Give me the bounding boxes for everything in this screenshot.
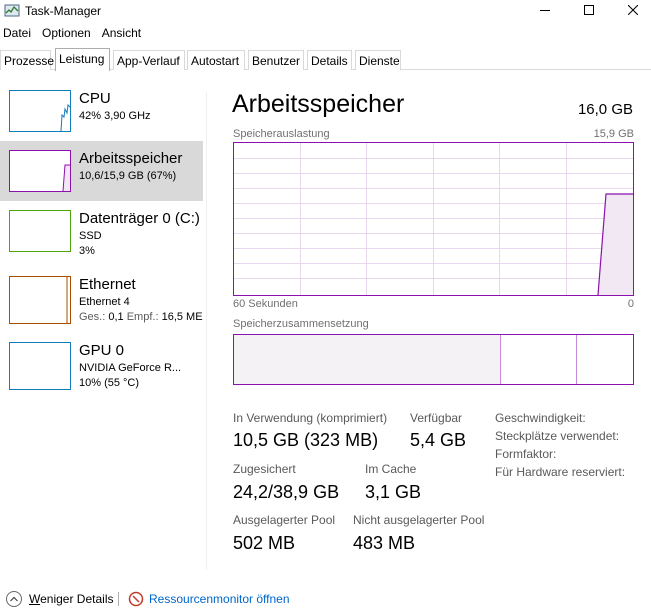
available-label: Verfügbar	[410, 411, 463, 425]
sidebar-divider	[206, 92, 207, 570]
menu-ansicht[interactable]: Ansicht	[100, 24, 148, 44]
sidebar-item-datentraeger[interactable]: Datenträger 0 (C:) SSD 3%	[0, 201, 203, 261]
committed-label: Zugesichert	[233, 462, 296, 476]
in-use-value: 10,5 GB (323 MB)	[233, 430, 379, 450]
sidebar-item-arbeitsspeicher[interactable]: Arbeitsspeicher 10,6/15,9 GB (67%)	[0, 141, 203, 201]
nonpaged-pool-value: 483 MB	[353, 533, 416, 553]
total-memory: 16,0 GB	[577, 101, 633, 118]
sidebar-item-title: Arbeitsspeicher	[79, 150, 183, 167]
sidebar-item-detail: 42% 3,90 GHz	[79, 110, 151, 122]
sidebar-item-title: Datenträger 0 (C:)	[79, 210, 200, 227]
cached-label: Im Cache	[365, 462, 417, 476]
menu-bar: Datei Optionen Ansicht	[0, 24, 150, 44]
minimize-icon	[539, 4, 550, 18]
memory-composition-bar	[233, 334, 634, 385]
usage-graph-max: 15,9 GB	[593, 128, 634, 140]
sidebar-item-detail: 10% (55 °C)	[79, 377, 140, 389]
paged-pool-value: 502 MB	[233, 533, 296, 553]
resource-monitor-icon[interactable]	[128, 591, 144, 607]
footer: Weniger Details Ressourcenmonitor öffnen	[0, 588, 651, 616]
sidebar-item-ethernet[interactable]: Ethernet Ethernet 4 Ges.: 0,1 Empf.: 16,…	[0, 267, 203, 327]
time-axis-left: 60 Sekunden	[233, 298, 298, 310]
window-title: Task-Manager	[25, 4, 102, 18]
nonpaged-pool-label: Nicht ausgelagerter Pool	[353, 513, 485, 527]
menu-datei[interactable]: Datei	[0, 24, 38, 44]
hw-reserved-label: Für Hardware reserviert:	[495, 465, 626, 479]
open-resource-monitor-link[interactable]: Ressourcenmonitor öffnen	[149, 592, 290, 606]
cpu-thumbnail-graph	[9, 90, 71, 132]
received-label: Empf.:	[126, 311, 159, 323]
task-manager-icon	[4, 3, 20, 19]
composition-label: Speicherzusammensetzung	[233, 318, 369, 330]
fewer-details-text: eniger Details	[40, 592, 114, 606]
tab-dienste[interactable]: Dienste	[355, 50, 401, 70]
in-use-label: In Verwendung (komprimiert)	[233, 411, 388, 425]
page-title: Arbeitsspeicher	[232, 90, 405, 118]
sidebar-item-detail: 10,6/15,9 GB (67%)	[79, 170, 177, 182]
memory-thumbnail-graph	[9, 150, 71, 192]
memory-usage-graph	[233, 142, 634, 296]
sidebar-item-detail: Ethernet 4	[79, 296, 130, 308]
sidebar-item-title: GPU 0	[79, 342, 125, 359]
tab-leistung[interactable]: Leistung	[55, 48, 110, 71]
access-key: W	[29, 592, 41, 606]
sidebar-item-gpu[interactable]: GPU 0 NVIDIA GeForce R... 10% (55 °C)	[0, 333, 203, 393]
disk-thumbnail-graph	[9, 210, 71, 252]
sidebar-item-detail: SSD	[79, 230, 102, 242]
time-axis-right: 0	[627, 298, 634, 310]
sent-value: 0,1	[108, 311, 124, 323]
chevron-up-icon[interactable]	[6, 591, 22, 607]
composition-separator	[576, 335, 577, 384]
maximize-button[interactable]	[566, 0, 611, 22]
ethernet-thumbnail-graph	[9, 276, 71, 324]
paged-pool-label: Ausgelagerter Pool	[233, 513, 336, 527]
footer-separator	[118, 592, 119, 606]
tab-prozesse[interactable]: Prozesse	[0, 50, 54, 70]
menu-optionen[interactable]: Optionen	[40, 24, 98, 44]
form-factor-label: Formfaktor:	[495, 447, 557, 461]
minimize-button[interactable]	[522, 0, 567, 22]
usage-graph-label: Speicherauslastung	[233, 128, 330, 140]
close-button[interactable]	[610, 0, 651, 22]
gpu-thumbnail-graph	[9, 342, 71, 390]
sidebar-item-detail: 3%	[79, 245, 95, 257]
tab-autostart[interactable]: Autostart	[187, 50, 245, 70]
fewer-details-button[interactable]: Weniger Details	[29, 592, 113, 606]
memory-usage-chart	[234, 143, 633, 296]
speed-label: Geschwindigkeit:	[495, 411, 586, 425]
tab-benutzer[interactable]: Benutzer	[248, 50, 304, 70]
sidebar-item-cpu[interactable]: CPU 42% 3,90 GHz	[0, 81, 203, 141]
committed-value: 24,2/38,9 GB	[233, 482, 340, 502]
available-value: 5,4 GB	[410, 430, 467, 450]
title-bar: Task-Manager	[0, 0, 651, 22]
tab-details[interactable]: Details	[307, 50, 352, 70]
tab-bar: Prozesse Leistung App-Verlauf Autostart …	[0, 48, 651, 71]
cached-value: 3,1 GB	[365, 482, 422, 502]
sent-label: Ges.:	[79, 311, 106, 323]
sidebar-item-detail: NVIDIA GeForce R...	[79, 362, 182, 374]
maximize-icon	[583, 4, 594, 18]
sidebar-item-throughput: Ges.: 0,1 Empf.: 16,5 ME	[79, 311, 203, 323]
slots-label: Steckplätze verwendet:	[495, 429, 620, 443]
close-icon	[627, 4, 638, 18]
received-value: 16,5 ME	[161, 311, 203, 323]
sidebar-item-title: CPU	[79, 90, 111, 107]
sidebar-item-title: Ethernet	[79, 276, 136, 293]
tab-app-verlauf[interactable]: App-Verlauf	[113, 50, 185, 70]
composition-in-use	[234, 335, 501, 384]
